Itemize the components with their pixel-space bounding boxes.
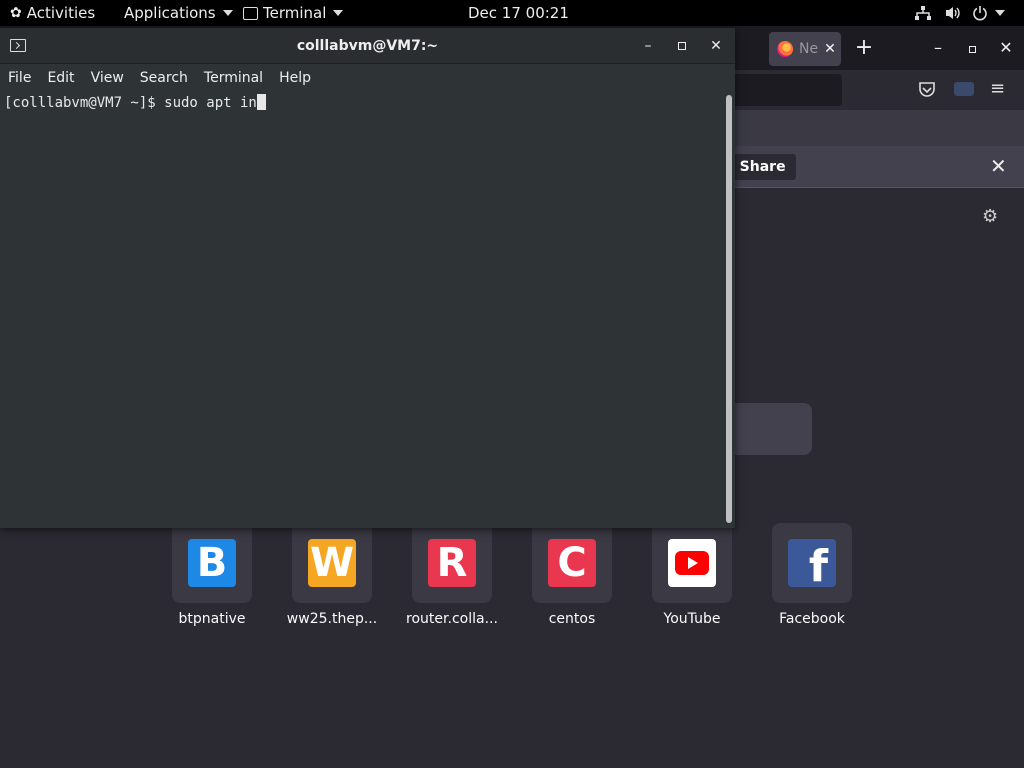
gear-icon[interactable]: ⚙ <box>982 206 998 227</box>
firefox-icon <box>777 41 793 57</box>
shortcut-tile: f <box>772 523 852 603</box>
pocket-icon[interactable] <box>918 80 936 102</box>
activities-button[interactable]: ✿ Activities <box>10 0 95 26</box>
activities-label: Activities <box>26 4 96 22</box>
power-menu[interactable] <box>972 0 1005 26</box>
text-cursor <box>256 94 266 110</box>
chevron-down-icon <box>333 10 344 16</box>
maximize-button[interactable] <box>962 38 982 58</box>
shortcut-centos[interactable]: C centos <box>522 523 622 627</box>
shortcut-label: router.colla... <box>406 611 498 627</box>
clock[interactable]: Dec 17 00:21 <box>468 0 569 26</box>
tab-title: Ne <box>799 41 819 57</box>
shortcut-label: ww25.thep... <box>286 611 378 627</box>
centos-logo: C <box>548 539 596 587</box>
shortcut-tile: B <box>172 523 252 603</box>
youtube-logo <box>668 539 716 587</box>
menu-view[interactable]: View <box>91 70 132 86</box>
new-tab-button[interactable]: + <box>854 37 874 59</box>
shortcut-label: btpnative <box>178 611 246 627</box>
minimize-button[interactable]: – <box>928 38 948 58</box>
terminal-output[interactable]: [colllabvm@VM7 ~]$ sudo apt in <box>0 92 724 528</box>
close-button[interactable]: ✕ <box>996 38 1016 58</box>
shortcut-tile: R <box>412 523 492 603</box>
gnome-foot-icon: ✿ <box>10 5 22 21</box>
menu-edit[interactable]: Edit <box>47 70 82 86</box>
terminal-menu-bar: File Edit View Search Terminal Help <box>0 64 735 92</box>
shortcut-ww25[interactable]: W ww25.thep... <box>282 523 382 627</box>
shortcut-tile <box>652 523 732 603</box>
shortcut-tile: C <box>532 523 612 603</box>
play-icon <box>688 557 698 569</box>
terminal-icon[interactable] <box>10 39 26 52</box>
applications-menu[interactable]: Applications <box>124 0 233 26</box>
menu-file[interactable]: File <box>8 70 39 86</box>
top-bar: ✿ Activities Applications Terminal Dec 1… <box>0 0 1024 26</box>
hamburger-menu-icon[interactable]: ≡ <box>990 78 1005 99</box>
firefox-tab-new-tab[interactable]: Ne ✕ <box>769 32 841 66</box>
close-icon[interactable]: ✕ <box>990 154 1007 178</box>
chevron-down-icon <box>222 10 233 16</box>
url-bar[interactable] <box>720 74 842 106</box>
terminal-window[interactable]: colllabvm@VM7:~ – ✕ File Edit View Searc… <box>0 28 735 528</box>
btpnative-logo: B <box>188 539 236 587</box>
shortcut-youtube[interactable]: YouTube <box>642 523 742 627</box>
terminal-app-menu[interactable]: Terminal <box>243 0 344 26</box>
shortcut-btpnative[interactable]: B btpnative <box>162 523 262 627</box>
shortcut-tile: W <box>292 523 372 603</box>
command-line: [colllabvm@VM7 ~]$ sudo apt in <box>4 95 257 111</box>
terminal-header-bar[interactable]: colllabvm@VM7:~ – ✕ <box>0 28 735 64</box>
applications-label: Applications <box>124 4 216 22</box>
shortcut-label: centos <box>548 611 596 627</box>
account-icon[interactable] <box>954 82 974 96</box>
maximize-button[interactable] <box>672 36 692 56</box>
chevron-down-icon <box>995 10 1005 16</box>
power-icon <box>973 6 987 21</box>
window-title: colllabvm@VM7:~ <box>296 38 439 54</box>
tab-close-icon[interactable]: ✕ <box>824 41 836 57</box>
shortcut-label: Facebook <box>779 611 845 627</box>
scrollbar[interactable] <box>724 92 735 528</box>
scrollbar-thumb[interactable] <box>726 95 732 523</box>
terminal-app-icon <box>243 6 258 20</box>
shortcut-label: YouTube <box>663 611 721 627</box>
minimize-button[interactable]: – <box>638 36 658 56</box>
shortcut-facebook[interactable]: f Facebook <box>762 523 862 627</box>
terminal-app-label: Terminal <box>263 4 327 22</box>
facebook-logo: f <box>788 539 836 592</box>
menu-search[interactable]: Search <box>140 70 196 86</box>
ww25-logo: W <box>308 539 356 587</box>
network-icon[interactable] <box>914 0 932 26</box>
volume-icon[interactable] <box>944 0 962 26</box>
menu-terminal[interactable]: Terminal <box>204 70 271 86</box>
close-button[interactable]: ✕ <box>706 36 726 56</box>
shortcut-router[interactable]: R router.colla... <box>402 523 502 627</box>
menu-help[interactable]: Help <box>279 70 319 86</box>
router-logo: R <box>428 539 476 587</box>
